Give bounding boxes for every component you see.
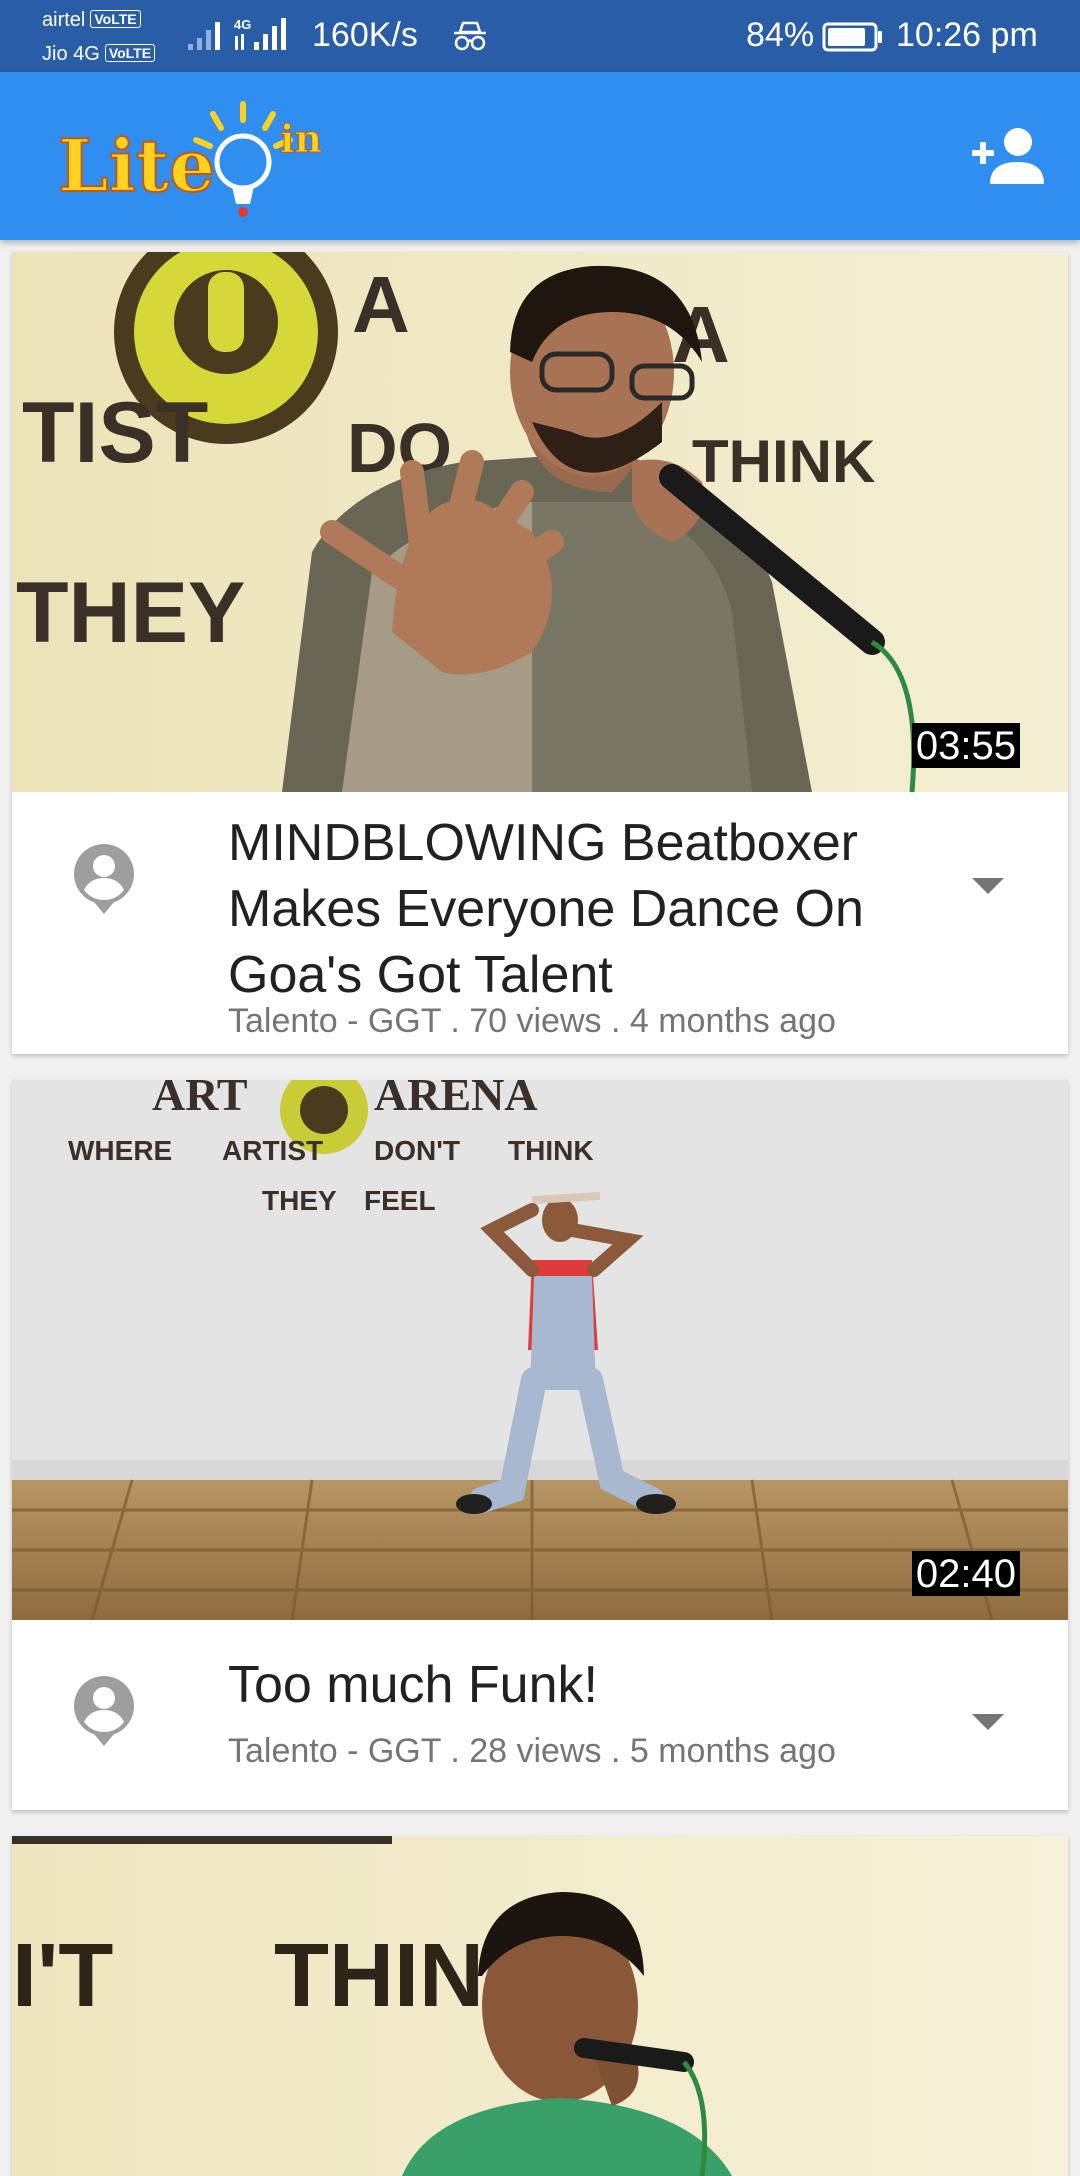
- carrier-1-name: airtel: [42, 9, 86, 31]
- add-user-button[interactable]: [972, 124, 1044, 188]
- battery-icon: [822, 22, 882, 52]
- video-thumbnail[interactable]: ART ARENA WHERE ARTIST DON'T THINK THEY …: [12, 1080, 1068, 1620]
- carrier-airtel: airtel VoLTE: [42, 10, 141, 30]
- network-badge: 4G: [234, 17, 251, 32]
- account-icon[interactable]: [68, 838, 140, 918]
- video-card[interactable]: I'T THINK: [12, 1836, 1068, 2176]
- thumb-text: ART: [152, 1080, 248, 1120]
- thumb-text: THEY: [262, 1185, 337, 1216]
- video-meta: Talento - GGT . 28 views . 5 months ago: [228, 1732, 836, 1770]
- video-duration: 02:40: [911, 1551, 1020, 1596]
- thumb-text: I'T: [12, 1926, 113, 2026]
- thumb-text: DON'T: [374, 1135, 460, 1166]
- thumb-text: THINK: [692, 428, 875, 495]
- thumb-text: A: [352, 260, 410, 349]
- net-speed: 160K/s: [312, 16, 418, 54]
- battery-percent: 84%: [746, 16, 815, 54]
- chevron-down-icon[interactable]: [968, 1710, 1008, 1734]
- thumb-text: FEEL: [364, 1185, 436, 1216]
- video-title[interactable]: Too much Funk!: [228, 1652, 928, 1718]
- video-thumbnail[interactable]: TIST THEY DO THINK A A 03:55: [12, 252, 1068, 792]
- thumb-text: ARENA: [374, 1080, 538, 1120]
- thumb-text: ARTIST: [222, 1135, 323, 1166]
- thumb-text: TIST: [22, 385, 208, 481]
- incognito-icon: [454, 21, 486, 51]
- video-title[interactable]: MINDBLOWING Beatboxer Makes Everyone Dan…: [228, 810, 928, 1008]
- app-bar: Lite in: [0, 72, 1080, 240]
- volte-badge-1: VoLTE: [90, 10, 141, 28]
- volte-badge-2: VoLTE: [104, 44, 156, 62]
- video-thumbnail[interactable]: I'T THINK: [12, 1836, 1068, 2176]
- app-logo[interactable]: Lite in: [57, 100, 338, 220]
- signal-icon: [188, 22, 220, 50]
- clock: 10:26 pm: [896, 16, 1038, 54]
- video-meta: Talento - GGT . 70 views . 4 months ago: [228, 1002, 836, 1040]
- thumb-text: THINK: [508, 1135, 594, 1166]
- video-card[interactable]: TIST THEY DO THINK A A 03:55 MINDBLOWING…: [12, 252, 1068, 1054]
- logo-superscript: in: [279, 116, 323, 161]
- account-icon[interactable]: [68, 1670, 140, 1750]
- video-duration: 03:55: [911, 723, 1020, 768]
- signal-4g-icon: 4G: [234, 17, 286, 50]
- status-bar: airtel VoLTE Jio 4G VoLTE 4G 160K/s 84% 10…: [0, 0, 1080, 72]
- carrier-2-name: Jio 4G: [42, 43, 100, 65]
- chevron-down-icon[interactable]: [968, 874, 1008, 898]
- person-add-icon: [972, 128, 1044, 184]
- video-card[interactable]: ART ARENA WHERE ARTIST DON'T THINK THEY …: [12, 1080, 1068, 1810]
- carrier-jio: Jio 4G VoLTE: [42, 43, 156, 65]
- thumb-text: THEY: [16, 565, 245, 661]
- thumb-text: WHERE: [68, 1135, 172, 1166]
